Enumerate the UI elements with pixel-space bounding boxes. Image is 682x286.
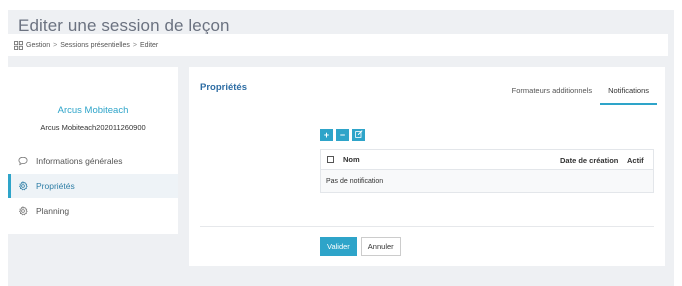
notifications-table: Nom Date de création Actif Pas de notifi… (320, 149, 654, 193)
sidebar-item-informations-generales[interactable]: Informations générales (8, 149, 178, 173)
tab-notifications[interactable]: Notifications (600, 83, 657, 105)
company-name: Arcus Mobiteach (57, 105, 129, 116)
page-title: Editer une session de leçon (18, 16, 230, 35)
breadcrumb-sessions[interactable]: Sessions présentielles (60, 42, 130, 49)
breadcrumb-separator: > (53, 41, 58, 49)
gear-icon (18, 180, 28, 191)
sidebar-item-label: Informations générales (36, 156, 123, 166)
sidebar-item-label: Planning (36, 206, 70, 216)
breadcrumb-gestion[interactable]: Gestion (26, 42, 50, 49)
column-header-actif[interactable]: Actif (627, 156, 644, 165)
remove-button[interactable]: − (336, 129, 349, 141)
sidebar-item-planning[interactable]: Planning (8, 199, 178, 223)
breadcrumb: Gestion > Sessions présentielles > Edite… (8, 34, 668, 56)
main-panel: Propriétés Formateurs additionnels Notif… (189, 67, 665, 266)
gear-icon (18, 205, 28, 216)
valider-button[interactable]: Valider (320, 237, 357, 256)
breadcrumb-editer: Editer (139, 41, 159, 49)
table-toolbar: + − (320, 129, 365, 141)
grid-icon (14, 40, 23, 50)
breadcrumb-separator: > (132, 41, 137, 49)
table-header: Nom Date de création Actif (321, 150, 653, 170)
annuler-button[interactable]: Annuler (360, 237, 401, 256)
select-all-checkbox[interactable] (327, 156, 334, 163)
section-title: Propriétés (200, 82, 247, 93)
column-header-nom[interactable]: Nom (343, 155, 360, 164)
tab-bar: Formateurs additionnels Notifications (504, 83, 657, 105)
tab-formateurs-additionnels[interactable]: Formateurs additionnels (504, 83, 600, 105)
empty-row: Pas de notification (321, 170, 653, 192)
sidebar-item-label: Propriétés (36, 181, 75, 191)
column-header-date[interactable]: Date de création (560, 156, 618, 165)
speech-bubble-icon (18, 156, 28, 166)
add-button[interactable]: + (320, 129, 333, 141)
edit-button[interactable] (352, 129, 365, 141)
sidebar-item-proprietes[interactable]: Propriétés (8, 174, 178, 198)
company-id: Arcus Mobiteach202011260900 (40, 123, 146, 132)
left-panel: Arcus Mobiteach Arcus Mobiteach202011260… (8, 67, 178, 234)
edit-icon (354, 130, 363, 140)
form-actions: Valider Annuler (320, 237, 401, 256)
divider (200, 226, 654, 227)
